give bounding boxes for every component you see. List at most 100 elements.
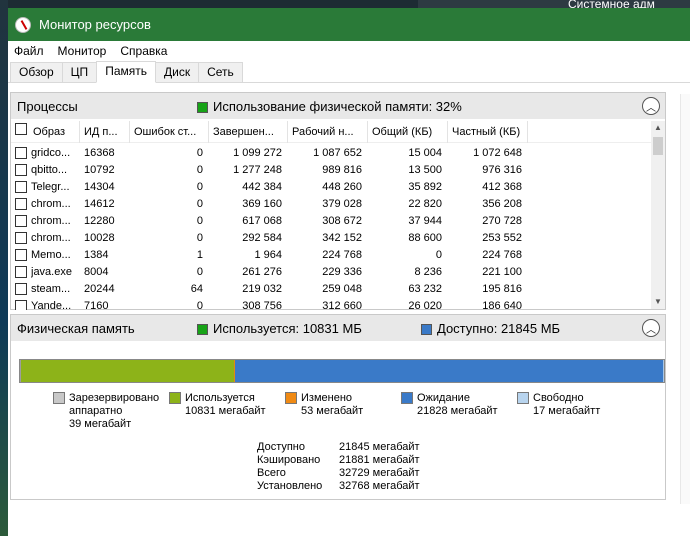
scroll-up-icon[interactable]: ▲ <box>651 121 665 135</box>
cell-image: Memo... <box>31 249 71 261</box>
cell-hard-faults: 64 <box>190 283 203 295</box>
cell-image: chrom... <box>31 198 71 210</box>
legend-reserved-value: 39 мегабайт <box>69 418 132 430</box>
title-bar[interactable]: Монитор ресурсов <box>8 8 690 41</box>
cell-hard-faults: 0 <box>196 164 203 176</box>
available-swatch <box>421 324 432 336</box>
table-row[interactable]: chrom... 12280 0 617 068 308 672 37 944 270 72… <box>11 213 656 230</box>
window-bottom-area <box>8 504 690 536</box>
row-checkbox[interactable] <box>15 215 27 227</box>
cell-commit: 261 276 <box>242 266 282 278</box>
row-checkbox[interactable] <box>15 181 27 193</box>
cell-hard-faults: 0 <box>196 215 203 227</box>
memory-bar-free <box>663 360 665 382</box>
cell-commit: 1 964 <box>254 249 282 261</box>
row-checkbox[interactable] <box>15 232 27 244</box>
table-row[interactable]: Yande... 7160 0 308 756 312 660 26 020 186 640 <box>11 298 656 310</box>
tab-overview[interactable]: Обзор <box>10 62 63 82</box>
scroll-down-icon[interactable]: ▼ <box>651 295 665 309</box>
tab-disk[interactable]: Диск <box>154 62 200 82</box>
cell-shareable: 22 820 <box>408 198 442 210</box>
physical-memory-header[interactable]: Физическая память Используется: 10831 МБ… <box>11 315 665 341</box>
row-checkbox[interactable] <box>15 147 27 159</box>
menu-help[interactable]: Справка <box>120 44 167 58</box>
physical-memory-usage: Использование физической памяти: 32% <box>197 99 462 114</box>
table-row[interactable]: chrom... 14612 0 369 160 379 028 22 820 356 20… <box>11 196 656 213</box>
scroll-thumb[interactable] <box>653 137 663 155</box>
legend-free-label: Свободно <box>533 392 584 404</box>
menu-file[interactable]: Файл <box>14 44 44 58</box>
table-row[interactable]: Memo... 1384 1 1 964 224 768 0 224 768 <box>11 247 656 264</box>
available-summary: Доступно: 21845 МБ <box>421 321 560 336</box>
cell-pid: 14612 <box>84 198 115 210</box>
cell-shareable: 88 600 <box>408 232 442 244</box>
row-checkbox[interactable] <box>15 164 27 176</box>
cell-pid: 16368 <box>84 147 115 159</box>
stat-available: Доступно 21845 мегабайт <box>257 441 420 453</box>
cell-working-set: 989 816 <box>322 164 362 176</box>
legend-reserved-label2: аппаратно <box>69 405 123 417</box>
usage-text: Использование физической памяти: 32% <box>213 99 462 114</box>
col-pid[interactable]: ИД п... <box>80 121 130 143</box>
cell-image: chrom... <box>31 215 71 227</box>
col-private[interactable]: Частный (КБ) <box>448 121 528 143</box>
process-rows: gridco... 16368 0 1 099 272 1 087 652 15 004 1… <box>11 145 656 310</box>
processes-scrollbar[interactable]: ▲ ▼ <box>651 121 665 309</box>
memory-usage-bar <box>19 359 665 383</box>
window-scrollbar[interactable] <box>680 94 690 504</box>
cell-hard-faults: 0 <box>196 147 203 159</box>
col-hard-faults[interactable]: Ошибок ст... <box>130 121 209 143</box>
col-shareable[interactable]: Общий (КБ) <box>368 121 448 143</box>
row-checkbox[interactable] <box>15 300 27 310</box>
tab-memory[interactable]: Память <box>96 61 156 83</box>
processes-header[interactable]: Процессы Использование физической памяти… <box>11 93 665 119</box>
legend-standby-value: 21828 мегабайт <box>417 405 498 417</box>
col-working-set[interactable]: Рабочий н... <box>288 121 368 143</box>
col-image[interactable]: Образ <box>11 121 80 143</box>
legend-standby: Ожидание 21828 мегабайт <box>401 392 498 418</box>
tab-network[interactable]: Сеть <box>198 62 243 82</box>
col-commit[interactable]: Завершен... <box>209 121 288 143</box>
row-checkbox[interactable] <box>15 283 27 295</box>
table-row[interactable]: java.exe 8004 0 261 276 229 336 8 236 221 100 <box>11 264 656 281</box>
menu-monitor[interactable]: Монитор <box>58 44 107 58</box>
cell-private: 1 072 648 <box>473 147 522 159</box>
row-checkbox[interactable] <box>15 266 27 278</box>
table-row[interactable]: qbitto... 10792 0 1 277 248 989 816 13 500 976… <box>11 162 656 179</box>
cell-working-set: 342 152 <box>322 232 362 244</box>
usage-color-swatch <box>197 102 208 114</box>
row-checkbox[interactable] <box>15 198 27 210</box>
row-checkbox[interactable] <box>15 249 27 261</box>
cell-private: 186 640 <box>482 300 522 310</box>
collapse-processes-icon[interactable]: ︿ <box>642 97 660 115</box>
cell-hard-faults: 0 <box>196 266 203 278</box>
cell-pid: 7160 <box>84 300 109 310</box>
table-row[interactable]: chrom... 10028 0 292 584 342 152 88 600 253 55… <box>11 230 656 247</box>
table-row[interactable]: Telegr... 14304 0 442 384 448 260 35 892 412 3… <box>11 179 656 196</box>
cell-private: 195 816 <box>482 283 522 295</box>
cell-hard-faults: 1 <box>196 249 203 261</box>
select-all-checkbox[interactable] <box>15 123 27 135</box>
cell-private: 270 728 <box>482 215 522 227</box>
cell-shareable: 13 500 <box>408 164 442 176</box>
cell-pid: 20244 <box>84 283 115 295</box>
legend-in-use: Используется 10831 мегабайт <box>169 392 266 418</box>
collapse-memory-icon[interactable]: ︿ <box>642 319 660 337</box>
cell-pid: 10028 <box>84 232 115 244</box>
cell-hard-faults: 0 <box>196 181 203 193</box>
table-row[interactable]: gridco... 16368 0 1 099 272 1 087 652 15 004 1… <box>11 145 656 162</box>
cell-image: qbitto... <box>31 164 68 176</box>
cell-working-set: 379 028 <box>322 198 362 210</box>
legend-modified-swatch <box>285 392 297 404</box>
legend-modified-value: 53 мегабайт <box>301 405 364 417</box>
cell-working-set: 259 048 <box>322 283 362 295</box>
processes-title: Процессы <box>17 98 78 114</box>
legend-standby-label: Ожидание <box>417 392 470 404</box>
cell-private: 224 768 <box>482 249 522 261</box>
table-row[interactable]: steam... 20244 64 219 032 259 048 63 232 195 8… <box>11 281 656 298</box>
tab-cpu[interactable]: ЦП <box>61 62 98 82</box>
cell-working-set: 1 087 652 <box>313 147 362 159</box>
cell-image: Yande... <box>31 300 72 310</box>
cell-private: 253 552 <box>482 232 522 244</box>
cell-image: chrom... <box>31 232 71 244</box>
